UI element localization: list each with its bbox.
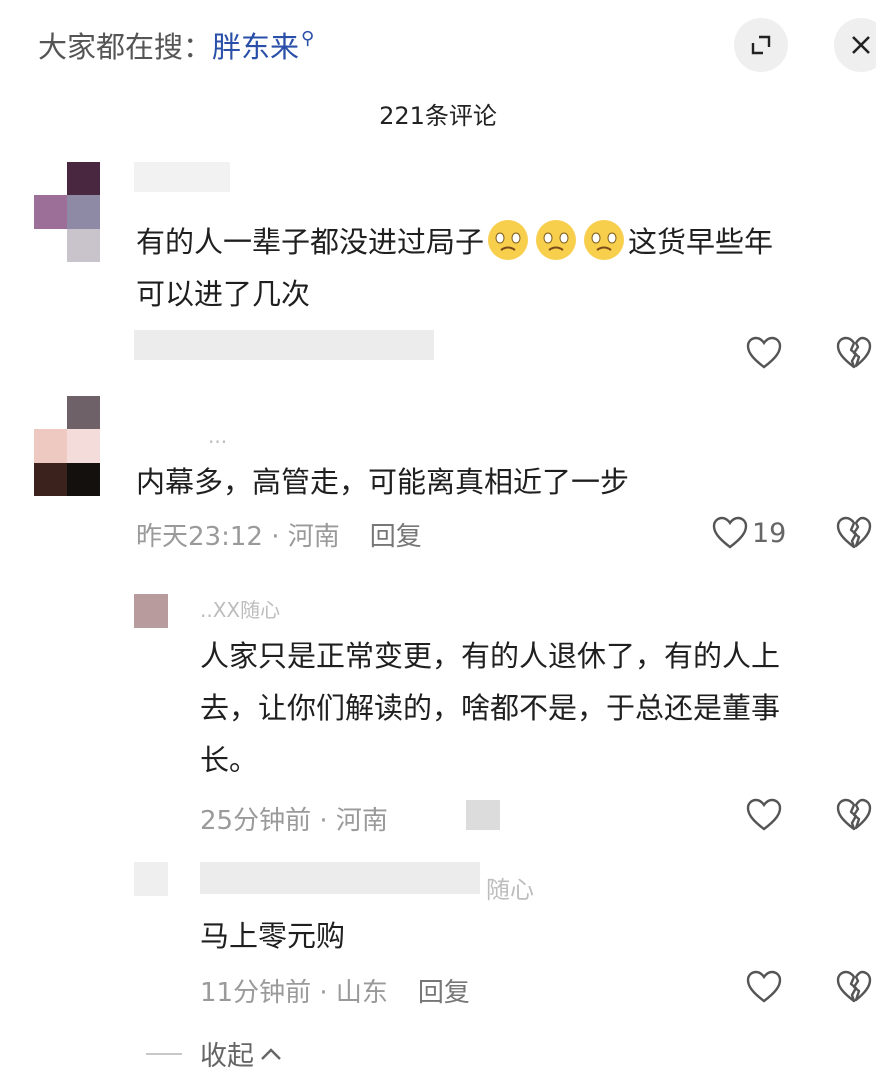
worried-face-emoji-icon bbox=[580, 220, 628, 260]
worried-face-emoji-icon bbox=[484, 220, 532, 260]
meta-redacted bbox=[466, 800, 500, 830]
avatar[interactable] bbox=[34, 162, 100, 262]
dislike-button[interactable] bbox=[836, 336, 872, 370]
dislike-button[interactable] bbox=[836, 516, 872, 550]
collapse-label: 收起 bbox=[200, 1041, 254, 1072]
reply-button[interactable]: 回复 bbox=[370, 522, 422, 552]
broken-heart-icon bbox=[836, 336, 872, 369]
search-prefix: 大家都在搜： bbox=[38, 30, 213, 64]
chevron-up-icon bbox=[261, 1047, 281, 1060]
comment-time: 昨天23:12 bbox=[136, 522, 263, 552]
collapse-replies-button[interactable]: 收起 bbox=[146, 1034, 282, 1073]
divider-line bbox=[146, 1052, 182, 1055]
comment-text: 有的人一辈子都没进过局子 这货早些年 可以进了几次 bbox=[136, 216, 856, 320]
like-count: 19 bbox=[752, 517, 787, 549]
reply-time: 25分钟前 bbox=[200, 806, 312, 836]
comment-location: 河南 bbox=[287, 522, 340, 552]
top-bar: 大家都在搜：胖东来 ⚲ bbox=[0, 0, 876, 92]
heart-icon bbox=[746, 798, 782, 831]
avatar[interactable] bbox=[34, 396, 100, 496]
reply-location: 河南 bbox=[335, 806, 388, 836]
search-icon: ⚲ bbox=[301, 28, 315, 49]
heart-icon bbox=[746, 970, 782, 1003]
dislike-button[interactable] bbox=[836, 970, 872, 1004]
username-redacted[interactable] bbox=[134, 162, 230, 192]
heart-icon bbox=[712, 516, 748, 549]
like-button[interactable]: 19 bbox=[712, 516, 786, 550]
reply-button[interactable]: 回复 bbox=[418, 978, 470, 1008]
reply-text: 马上零元购 bbox=[200, 919, 346, 953]
avatar-redacted[interactable] bbox=[134, 862, 168, 896]
reply-meta: 25分钟前 · 河南 bbox=[200, 806, 388, 836]
reply-location: 山东 bbox=[335, 978, 388, 1008]
broken-heart-icon bbox=[836, 970, 872, 1003]
reply-username[interactable]: 随心 bbox=[486, 870, 534, 905]
username-redacted bbox=[200, 862, 480, 894]
like-button[interactable] bbox=[746, 336, 782, 370]
trending-search-hint[interactable]: 大家都在搜：胖东来 ⚲ bbox=[38, 24, 314, 66]
expand-button[interactable] bbox=[734, 18, 788, 72]
reply-time: 11分钟前 bbox=[200, 978, 312, 1008]
comment-username[interactable]: ... bbox=[208, 424, 227, 448]
reply-text: 人家只是正常变更，有的人退休了，有的人上 去，让你们解读的，啥都不是，于总还是董… bbox=[200, 639, 781, 777]
reply-meta: 11分钟前 · 山东 回复 bbox=[200, 978, 470, 1008]
dislike-button[interactable] bbox=[836, 798, 872, 832]
expand-icon bbox=[751, 35, 771, 55]
like-button[interactable] bbox=[746, 970, 782, 1004]
close-button[interactable] bbox=[834, 18, 876, 72]
close-icon bbox=[852, 36, 870, 54]
comment-count: 221条评论 bbox=[379, 102, 497, 130]
broken-heart-icon bbox=[836, 516, 872, 549]
avatar[interactable] bbox=[134, 594, 168, 628]
heart-icon bbox=[746, 336, 782, 369]
search-keyword[interactable]: 胖东来 bbox=[212, 30, 299, 64]
comment-meta: 昨天23:12 · 河南 回复 bbox=[136, 522, 422, 552]
reply-username[interactable]: ..XX随心 bbox=[200, 594, 280, 623]
worried-face-emoji-icon bbox=[532, 220, 580, 260]
meta-redacted bbox=[134, 330, 434, 360]
broken-heart-icon bbox=[836, 798, 872, 831]
like-button[interactable] bbox=[746, 798, 782, 832]
comment-text: 内幕多，高管走，可能离真相近了一步 bbox=[136, 465, 630, 499]
